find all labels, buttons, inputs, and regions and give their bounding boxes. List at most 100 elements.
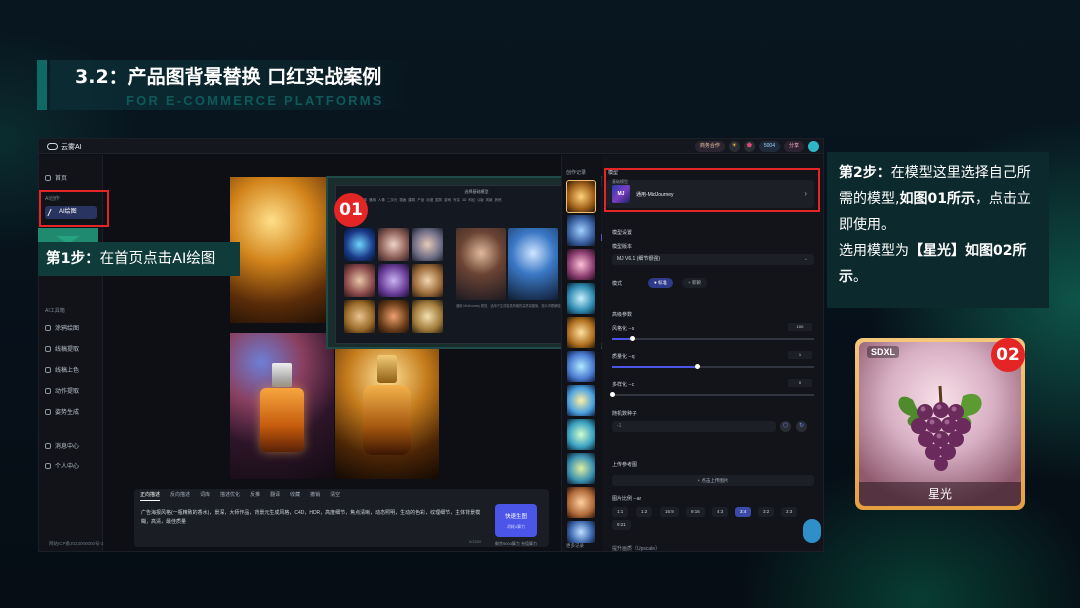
stylize-value[interactable]: 100 (788, 323, 812, 331)
sidebar-item-doodle[interactable]: 涂鸦绘图 (45, 323, 79, 332)
model-thumb[interactable] (344, 228, 375, 261)
tab-negative-prompt[interactable]: 反向描述 (170, 491, 190, 501)
chaos-slider-handle[interactable] (610, 392, 615, 397)
step2-text: 选用模型为 (839, 243, 909, 259)
model-tab[interactable]: 其他 (495, 198, 502, 202)
model-tab[interactable]: Q版 (477, 198, 483, 202)
ratio-option[interactable]: 9:16 (686, 507, 705, 517)
app-topbar: 云雾AI 商务合作 ☀ ⬟ 5004 分享 (39, 139, 823, 154)
version-value: MJ V6.1 (细节很强) (617, 256, 661, 262)
ratio-option[interactable]: 3:2 (758, 507, 775, 517)
step2-text: 。 (853, 269, 867, 285)
stylize-track[interactable] (612, 338, 814, 340)
model-tab[interactable]: 二次元 (387, 198, 398, 202)
model-type-badge: SDXL (867, 346, 900, 358)
business-button[interactable]: 商务合作 (694, 141, 725, 152)
model-thumb[interactable] (344, 300, 375, 333)
sidebar-item-home[interactable]: 首页 (45, 173, 67, 182)
sidebar-item-messages[interactable]: 消息中心 (45, 441, 79, 450)
model-thumb[interactable] (378, 300, 409, 333)
sidebar-item-pose-generate[interactable]: 姿势生成 (45, 407, 79, 416)
history-thumb[interactable] (567, 249, 595, 280)
gem-icon[interactable]: ⬟ (743, 141, 755, 152)
stylize-slider-handle[interactable] (630, 336, 635, 341)
quality-value[interactable]: 1 (788, 351, 812, 359)
history-thumb[interactable] (567, 351, 595, 382)
ratio-option-selected[interactable]: 3:4 (735, 507, 752, 517)
model-tab[interactable]: 插画 (399, 198, 406, 202)
chaos-value[interactable]: 0 (788, 379, 812, 387)
sidebar-label: 个人中心 (55, 464, 80, 470)
undo-button[interactable]: 撤销 (310, 491, 320, 501)
history-thumb[interactable] (566, 180, 596, 213)
model-thumb[interactable] (412, 264, 443, 297)
model-tab[interactable]: 建筑 (408, 198, 415, 202)
ratio-option[interactable]: 4:3 (712, 507, 729, 517)
generated-image[interactable] (335, 333, 439, 479)
assistant-bot-icon[interactable] (803, 519, 821, 543)
mode-novel[interactable]: + 新颖 (682, 278, 707, 288)
model-tab[interactable]: 游戏 (444, 198, 451, 202)
credits-badge[interactable]: 5004 (758, 141, 780, 152)
refresh-icon[interactable]: ↻ (796, 421, 807, 432)
clear-button[interactable]: 清空 (330, 491, 340, 501)
sidebar-item-pose-extract[interactable]: 动作提取 (45, 386, 79, 395)
ratio-option[interactable]: 16:9 (660, 507, 679, 517)
generated-image[interactable] (230, 333, 334, 479)
perfume-bottle (260, 388, 304, 452)
model-tab[interactable]: 动漫 (426, 198, 433, 202)
upload-reference-button[interactable]: + 点击上传图片 (612, 475, 814, 486)
dice-icon[interactable]: ⬡ (780, 421, 791, 432)
model-tab[interactable]: 风景 (486, 198, 493, 202)
ratio-option[interactable]: 2:3 (781, 507, 798, 517)
generate-button[interactable]: 快速生图 消耗4算力 (495, 504, 537, 537)
share-button[interactable]: 分享 (783, 141, 804, 152)
history-thumb[interactable] (567, 487, 595, 518)
history-thumb[interactable] (567, 453, 595, 484)
history-thumb[interactable] (567, 283, 595, 314)
sidebar-label: 线稿上色 (55, 368, 80, 374)
model-thumb[interactable] (378, 228, 409, 261)
generated-image[interactable] (230, 177, 334, 323)
sidebar-item-colorize[interactable]: 线稿上色 (45, 365, 79, 374)
prompt-input[interactable]: 广告海报风格(一瓶精致的香水)，景深，大师作品，背景元生成风格，C4D，HDR，… (141, 509, 486, 527)
version-select[interactable]: MJ V6.1 (细节很强) ⌄ (612, 254, 814, 265)
model-tab[interactable]: 3D (462, 198, 466, 202)
ratio-option[interactable]: 1:2 (636, 507, 653, 517)
model-tab[interactable]: 通用 (369, 198, 376, 202)
chaos-track[interactable] (612, 394, 814, 396)
history-more[interactable]: 更多记录 (566, 543, 584, 549)
sidebar-item-lineart[interactable]: 线稿提取 (45, 344, 79, 353)
history-thumb[interactable] (567, 215, 595, 246)
history-thumb[interactable] (567, 317, 595, 348)
mode-standard[interactable]: ● 标准 (648, 278, 673, 288)
history-thumb[interactable] (567, 385, 595, 416)
translate-button[interactable]: 翻译 (270, 491, 280, 501)
sidebar-item-profile[interactable]: 个人中心 (45, 461, 79, 470)
tab-positive-prompt[interactable]: 正向描述 (140, 491, 161, 501)
model-thumb[interactable] (378, 264, 409, 297)
ratio-option[interactable]: 9:21 (612, 520, 631, 530)
model-tab[interactable]: 科幻 (468, 198, 475, 202)
avatar[interactable] (808, 141, 819, 152)
model-thumb[interactable] (412, 228, 443, 261)
seed-input[interactable]: -1 (612, 421, 776, 432)
model-thumb[interactable] (412, 300, 443, 333)
prompt-optimize-button[interactable]: 描述优化 (220, 491, 240, 501)
grapes-illustration (898, 385, 982, 471)
credit-balance[interactable]: 剩余5004算力 充值算力 (495, 541, 537, 547)
model-tab[interactable]: 写实 (453, 198, 460, 202)
prompt-library-button[interactable]: 词库 (200, 491, 210, 501)
history-thumb[interactable] (567, 419, 595, 450)
favorite-button[interactable]: 收藏 (290, 491, 300, 501)
app-logo[interactable]: 云雾AI (47, 142, 82, 152)
reverse-prompt-button[interactable]: 反推 (250, 491, 260, 501)
sun-icon[interactable]: ☀ (728, 141, 740, 152)
history-thumb[interactable] (567, 521, 595, 543)
ratio-option[interactable]: 1:1 (612, 507, 629, 517)
model-tab[interactable]: 产品 (417, 198, 424, 202)
model-tab[interactable]: 人像 (378, 198, 385, 202)
model-tab[interactable]: 国风 (435, 198, 442, 202)
model-thumb[interactable] (344, 264, 375, 297)
quality-slider-handle[interactable] (695, 364, 700, 369)
